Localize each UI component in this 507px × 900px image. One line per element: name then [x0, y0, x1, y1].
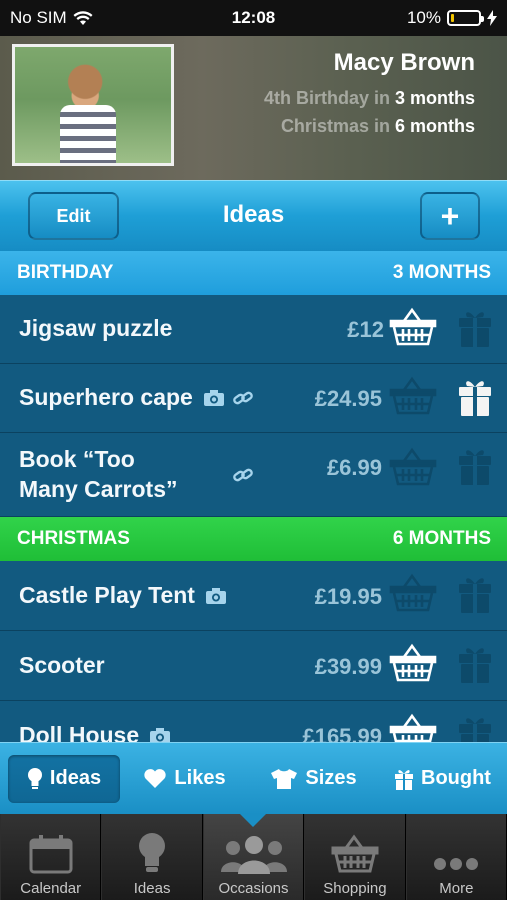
tab-shopping[interactable]: Shopping — [304, 814, 406, 900]
section-time: 6 MONTHS — [392, 528, 491, 549]
idea-price: £24.95 — [314, 386, 382, 411]
occasion-prefix: 4th Birthday in — [263, 88, 390, 108]
child-photo[interactable] — [12, 44, 174, 166]
idea-label-group: Castle Play Tent — [19, 582, 227, 609]
idea-label: Book “Too — [19, 446, 135, 472]
segment-label: Ideas — [49, 767, 102, 789]
filter-segments: Ideas Likes Sizes Bought — [0, 742, 507, 814]
idea-row[interactable]: Castle Play Tent £19.95 — [0, 561, 507, 631]
segment-label: Likes — [174, 767, 226, 789]
charging-icon — [487, 10, 497, 26]
tab-label: More — [439, 880, 474, 897]
tab-ideas[interactable]: Ideas — [101, 814, 203, 900]
tab-calendar[interactable]: Calendar — [0, 814, 102, 900]
basket-icon[interactable] — [389, 447, 437, 487]
section-name: BIRTHDAY — [17, 262, 114, 283]
tab-pointer — [240, 814, 266, 827]
tab-label: Occasions — [218, 880, 289, 897]
profile-header[interactable]: Macy Brown 4th Birthday in 3 months Chri… — [0, 36, 507, 180]
basket-icon[interactable] — [389, 643, 437, 683]
basket-icon — [331, 834, 379, 873]
section-header-christmas: CHRISTMAS 6 MONTHS — [0, 517, 507, 561]
battery-icon — [447, 10, 484, 26]
segment-ideas[interactable]: Ideas — [8, 754, 120, 803]
section-header-birthday: BIRTHDAY 3 MONTHS — [0, 251, 507, 295]
segment-label: Bought — [421, 767, 491, 789]
carrier-label: No SIM — [10, 8, 67, 27]
wifi-icon — [73, 10, 93, 25]
battery-percent: 10% — [406, 8, 441, 27]
occasion-value: 3 months — [394, 88, 475, 108]
section-name: CHRISTMAS — [17, 528, 130, 549]
nav-bar: Edit Ideas + — [0, 180, 507, 251]
idea-price: £19.95 — [314, 584, 382, 609]
segment-sizes[interactable]: Sizes — [249, 755, 378, 803]
basket-icon[interactable] — [389, 573, 437, 613]
tshirt-icon — [271, 768, 298, 789]
section-time: 3 MONTHS — [392, 262, 491, 283]
segment-label: Sizes — [305, 767, 357, 789]
next-occasion-christmas: Christmas in 6 months — [281, 116, 475, 137]
idea-row[interactable]: Book “Too Many Carrots” £6.99 — [0, 433, 507, 517]
idea-label: Jigsaw puzzle — [19, 315, 173, 341]
idea-label: Superhero cape — [19, 384, 193, 410]
more-icon — [434, 858, 479, 870]
idea-label: Scooter — [19, 652, 105, 678]
gift-bought-icon[interactable] — [456, 378, 494, 418]
carrier: No SIM — [10, 8, 93, 28]
basket-icon[interactable] — [389, 376, 437, 416]
gift-icon[interactable] — [456, 309, 494, 349]
tab-more[interactable]: More — [405, 814, 507, 900]
lightbulb-icon — [27, 767, 42, 789]
occasion-value: 6 months — [394, 116, 475, 136]
tab-label: Ideas — [133, 880, 171, 897]
occasion-prefix: Christmas in — [280, 116, 390, 136]
camera-icon — [205, 587, 226, 604]
idea-price: £12 — [347, 317, 384, 342]
lightbulb-icon — [139, 833, 166, 872]
idea-label-group: Superhero cape — [19, 384, 254, 411]
idea-meta — [203, 389, 254, 407]
idea-row[interactable]: Jigsaw puzzle £12 — [0, 295, 507, 364]
link-icon — [233, 468, 253, 482]
basket-icon[interactable] — [389, 307, 437, 347]
gift-icon — [395, 769, 413, 790]
next-occasion-birthday: 4th Birthday in 3 months — [264, 88, 475, 109]
status-bar: No SIM 12:08 10% — [0, 0, 507, 36]
tab-label: Calendar — [20, 880, 82, 897]
profile-name: Macy Brown — [333, 49, 475, 76]
idea-label: Castle Play Tent — [19, 582, 195, 608]
gift-icon[interactable] — [456, 575, 494, 615]
idea-price: £39.99 — [314, 654, 382, 679]
calendar-icon — [29, 835, 73, 874]
idea-label-group: Book “Too Many Carrots” — [19, 445, 177, 503]
heart-icon — [144, 769, 167, 788]
status-right: 10% — [407, 8, 497, 28]
idea-price: £6.99 — [326, 455, 382, 480]
segment-bought[interactable]: Bought — [378, 755, 507, 803]
gift-icon[interactable] — [456, 447, 494, 487]
add-button[interactable]: + — [420, 192, 480, 240]
camera-icon — [203, 389, 224, 406]
segment-likes[interactable]: Likes — [120, 755, 249, 803]
people-icon — [220, 836, 287, 874]
idea-row[interactable]: Scooter £39.99 — [0, 631, 507, 701]
tab-label: Shopping — [323, 880, 387, 897]
idea-label-line2: Many Carrots” — [19, 476, 178, 502]
link-icon — [233, 391, 253, 404]
idea-row[interactable]: Superhero cape £24.95 — [0, 364, 507, 433]
gift-icon[interactable] — [456, 645, 494, 685]
